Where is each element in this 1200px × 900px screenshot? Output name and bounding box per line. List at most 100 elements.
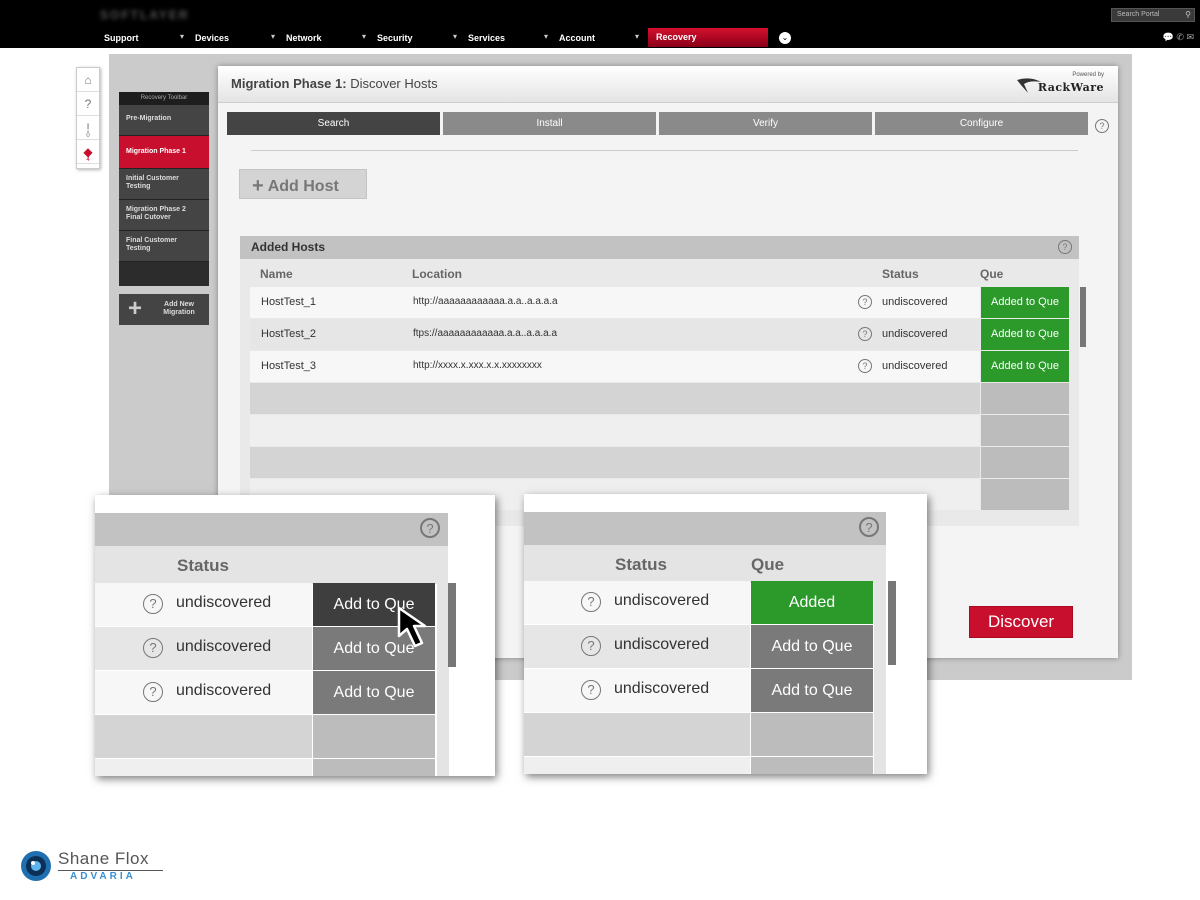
step-verify[interactable]: Verify <box>659 112 872 135</box>
nav-security[interactable]: Security <box>377 28 413 48</box>
help-icon[interactable]: ? <box>77 92 99 116</box>
chevron-down-icon[interactable]: ▾ <box>635 28 639 48</box>
chevron-down-icon[interactable]: ▾ <box>544 28 548 48</box>
host-status: undiscovered <box>176 638 272 655</box>
message-icon[interactable]: ✉ <box>1186 32 1194 42</box>
table-row: ? undiscovered Add to Que <box>95 671 448 715</box>
table-scrollbar[interactable] <box>888 581 896 665</box>
chevron-down-icon[interactable]: ▾ <box>362 28 366 48</box>
status-help-icon[interactable]: ? <box>143 682 163 702</box>
toolbar-item-pre-migration[interactable]: Pre-Migration <box>119 105 209 136</box>
table-row: HostTest_2 ftps://aaaaaaaaaaaa.a.a..a.a.… <box>250 319 1069 351</box>
toolbar-item-migration-phase-2[interactable]: Migration Phase 2 Final Cutover <box>119 200 209 231</box>
column-header-status: Status <box>177 556 229 575</box>
portal-search-input[interactable]: Search Portal ⚲ <box>1111 8 1195 22</box>
empty-row <box>250 447 1069 479</box>
zoom-callout-hover-state: ? Status ? undiscovered Add to Que ? und… <box>95 495 495 776</box>
add-new-migration-button[interactable]: + Add New Migration <box>119 294 209 325</box>
hosts-help-icon[interactable]: ? <box>1058 240 1072 254</box>
que-status-button[interactable]: Added to Que <box>981 319 1069 350</box>
chevron-down-icon[interactable]: ▾ <box>180 28 184 48</box>
step-configure[interactable]: Configure <box>875 112 1088 135</box>
empty-que-cell <box>313 759 435 776</box>
table-scrollbar[interactable] <box>1080 287 1086 347</box>
nav-account[interactable]: Account <box>559 28 595 48</box>
empty-que-cell <box>981 479 1069 510</box>
add-to-que-button[interactable]: Add to Que <box>313 671 435 714</box>
host-status: undiscovered <box>614 680 710 697</box>
toolbar-item-migration-phase-1[interactable]: Migration Phase 1 <box>119 136 209 169</box>
help-icon[interactable]: ? <box>420 518 440 538</box>
host-name: HostTest_1 <box>261 296 317 308</box>
divider <box>251 150 1078 151</box>
step-search[interactable]: Search <box>227 112 440 135</box>
toolbar-title: Recovery Toolbar <box>119 92 209 105</box>
toolbar-item-final-customer-testing[interactable]: Final Customer Testing <box>119 231 209 262</box>
table-scrollbar[interactable] <box>448 583 456 667</box>
nav-support[interactable]: Support <box>104 28 139 48</box>
status-help-icon[interactable]: ? <box>581 636 601 656</box>
host-location: http://aaaaaaaaaaaa.a.a..a.a.a.a <box>413 296 558 307</box>
column-header-que: Que <box>751 555 785 574</box>
home-icon[interactable]: ⌂ <box>77 68 99 92</box>
table-row: ? undiscovered Added <box>524 581 877 625</box>
plus-icon: + <box>128 295 143 322</box>
status-help-icon[interactable]: ? <box>858 295 872 309</box>
powered-by-label: Powered by <box>1072 72 1104 78</box>
phone-icon[interactable]: ✆ <box>1176 32 1184 42</box>
more-menu-icon[interactable]: ⌄ <box>779 32 791 44</box>
zoom-callout-added-state: ? Status Que ? undiscovered Added ? undi… <box>524 494 927 774</box>
host-status: undiscovered <box>882 296 948 308</box>
steps-help-icon[interactable]: ? <box>1095 119 1109 133</box>
host-location: http://xxxx.x.xxx.x.x.xxxxxxxx <box>413 360 542 371</box>
status-help-icon[interactable]: ? <box>858 327 872 341</box>
alert-icon[interactable]: ! 0 <box>77 116 99 140</box>
status-help-icon[interactable]: ? <box>581 680 601 700</box>
nav-devices[interactable]: Devices <box>195 28 229 48</box>
add-new-migration-label: Add New Migration <box>163 301 195 316</box>
chevron-down-icon[interactable]: ▾ <box>453 28 457 48</box>
tags-count: 4 <box>86 157 90 163</box>
add-to-que-button[interactable]: Add to Que <box>751 625 873 668</box>
discover-button[interactable]: Discover <box>969 606 1073 638</box>
que-status-button[interactable]: Added to Que <box>981 287 1069 318</box>
table-row: ? undiscovered Add to Que <box>524 669 877 713</box>
status-help-icon[interactable]: ? <box>143 594 163 614</box>
zoom-table-header <box>524 512 886 545</box>
empty-row <box>250 383 1069 415</box>
column-header-status: Status <box>882 267 919 281</box>
add-to-que-button[interactable]: Add to Que <box>751 669 873 712</box>
step-install[interactable]: Install <box>443 112 656 135</box>
top-navigation-bar: SOFTLAYER Search Portal ⚲ Support ▾ Devi… <box>0 0 1200 48</box>
nav-network[interactable]: Network <box>286 28 322 48</box>
designer-name: Shane Flox <box>58 849 149 868</box>
search-icon[interactable]: ⚲ <box>1185 10 1191 19</box>
host-status: undiscovered <box>176 594 272 611</box>
portal-logo[interactable]: SOFTLAYER <box>100 8 204 24</box>
que-status-button[interactable]: Added to Que <box>981 351 1069 382</box>
zoom-table-header <box>95 513 448 546</box>
add-host-button[interactable]: + Add Host <box>239 169 367 199</box>
hosts-rows: HostTest_1 http://aaaaaaaaaaaa.a.a..a.a.… <box>250 287 1069 511</box>
panel-header: Migration Phase 1: Discover Hosts Powere… <box>218 66 1118 103</box>
chat-icon[interactable]: 💬 <box>1163 32 1174 42</box>
host-status: undiscovered <box>882 360 948 372</box>
empty-que-cell <box>751 713 873 756</box>
status-help-icon[interactable]: ? <box>143 638 163 658</box>
nav-services[interactable]: Services <box>468 28 505 48</box>
status-help-icon[interactable]: ? <box>581 592 601 612</box>
chevron-down-icon[interactable]: ▾ <box>271 28 275 48</box>
rackware-wordmark: RackWare <box>1037 81 1104 94</box>
tag-icon[interactable]: ◆ 4 <box>77 140 99 164</box>
page-title: Migration Phase 1: Discover Hosts <box>231 76 438 91</box>
alerts-count: 0 <box>86 133 90 139</box>
empty-que-cell <box>313 715 435 758</box>
empty-que-cell <box>751 757 873 774</box>
added-hosts-header: Added Hosts ? <box>240 236 1079 259</box>
nav-recovery[interactable]: Recovery <box>648 28 768 47</box>
status-help-icon[interactable]: ? <box>858 359 872 373</box>
added-button[interactable]: Added <box>751 581 873 624</box>
toolbar-item-initial-customer-testing[interactable]: Initial Customer Testing <box>119 169 209 200</box>
help-icon[interactable]: ? <box>859 517 879 537</box>
search-placeholder: Search Portal <box>1117 11 1160 18</box>
